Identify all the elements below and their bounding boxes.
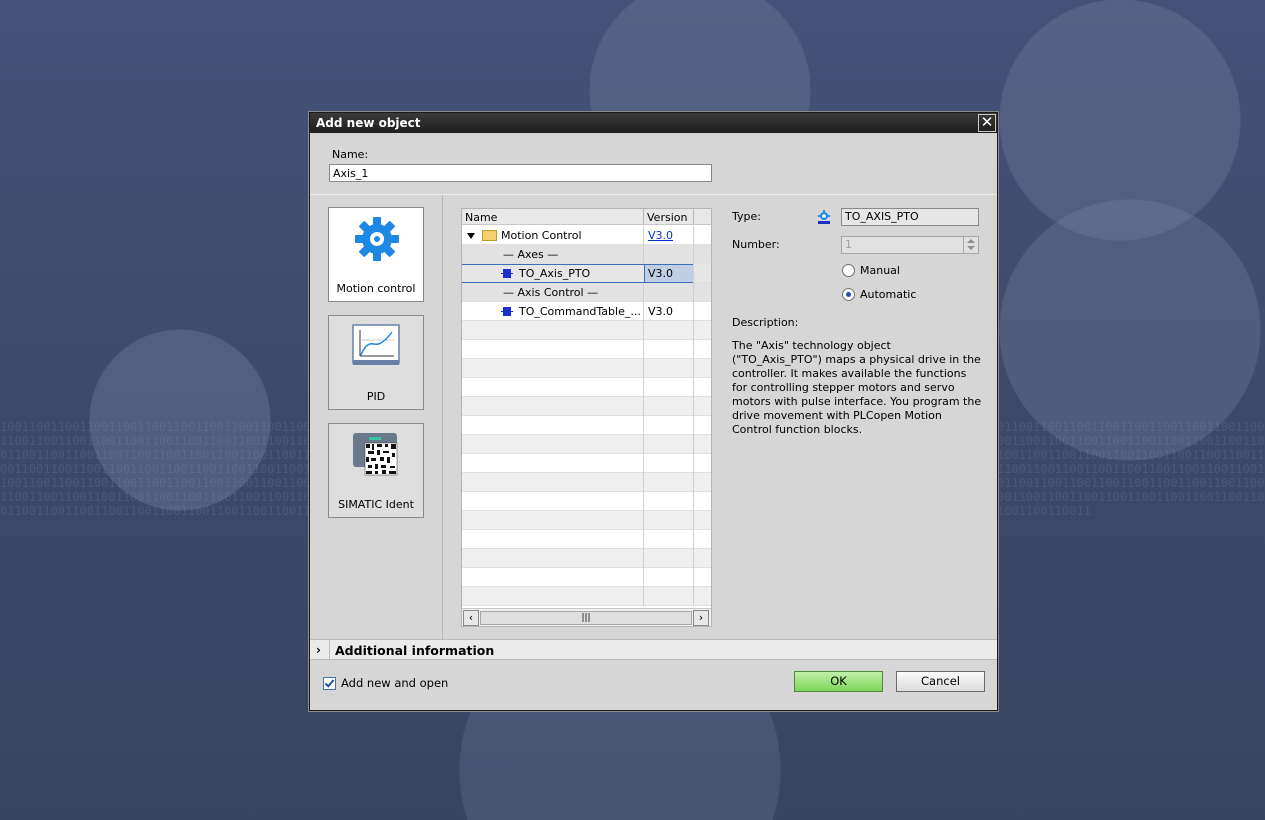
category-simatic-ident-button[interactable]: SIMATIC Ident <box>328 423 424 518</box>
dialog-title: Add new object <box>316 116 421 130</box>
name-label: Name: <box>332 148 369 161</box>
object-tree: Name Version Motion Control V3.0 — Axes … <box>461 208 712 627</box>
type-field: TO_AXIS_PTO <box>841 208 979 226</box>
tree-row-label: — Axis Control — <box>503 286 599 299</box>
empty-row <box>462 492 711 511</box>
cancel-button[interactable]: Cancel <box>896 671 985 692</box>
expand-triangle-icon[interactable] <box>467 233 475 239</box>
category-pid-button[interactable]: PID <box>328 315 424 410</box>
tree-row-motion-control[interactable]: Motion Control V3.0 <box>462 226 711 245</box>
category-panel: Motion control PID SIMATIC Ident <box>310 195 443 639</box>
tree-header: Name Version <box>462 209 711 225</box>
category-pid-label: PID <box>366 390 386 403</box>
add-new-and-open-checkbox[interactable] <box>323 677 336 690</box>
ok-button[interactable]: OK <box>794 671 883 692</box>
scroll-right-button[interactable]: › <box>693 610 709 626</box>
tree-rows: Motion Control V3.0 — Axes — TO_Axis_PTO… <box>462 226 711 607</box>
category-motion-control-label: Motion control <box>336 282 416 295</box>
name-section: Name: <box>310 133 997 195</box>
number-label: Number: <box>732 238 780 251</box>
version-link[interactable]: V3.0 <box>648 229 673 242</box>
column-name-header[interactable]: Name <box>465 211 497 224</box>
column-divider[interactable] <box>693 209 694 225</box>
folder-icon <box>482 230 497 241</box>
tree-row-axes-group: — Axes — <box>462 245 711 264</box>
horizontal-scrollbar[interactable]: ‹ ||| › <box>462 608 711 626</box>
version-value: V3.0 <box>648 267 674 280</box>
scroll-left-button[interactable]: ‹ <box>463 610 479 626</box>
description-text: The "Axis" technology object ("TO_Axis_P… <box>732 339 982 436</box>
automatic-label[interactable]: Automatic <box>860 288 916 301</box>
empty-row <box>462 587 711 606</box>
empty-row <box>462 321 711 340</box>
number-spin-buttons <box>963 237 978 253</box>
rfid-reader-icon <box>353 433 398 476</box>
column-version-header[interactable]: Version <box>647 211 687 224</box>
automatic-radio[interactable] <box>842 288 855 301</box>
version-value: V3.0 <box>648 305 674 318</box>
description-label: Description: <box>732 316 799 329</box>
additional-information-label[interactable]: Additional information <box>335 643 494 658</box>
category-simatic-ident-label: SIMATIC Ident <box>338 498 414 511</box>
pid-chart-icon <box>352 324 400 365</box>
dialog-footer: Add new and open OK Cancel <box>310 661 997 710</box>
additional-information-bar[interactable]: › Additional information <box>310 639 997 660</box>
manual-radio[interactable] <box>842 264 855 277</box>
tree-row-label: TO_CommandTable_... <box>519 305 641 318</box>
command-table-object-icon <box>501 307 513 316</box>
empty-row <box>462 530 711 549</box>
empty-row <box>462 416 711 435</box>
empty-row <box>462 340 711 359</box>
tree-row-axis-control-group: — Axis Control — <box>462 283 711 302</box>
add-new-and-open-label[interactable]: Add new and open <box>341 676 448 690</box>
dialog-title-bar[interactable]: Add new object ✕ <box>310 113 997 133</box>
manual-label[interactable]: Manual <box>860 264 900 277</box>
close-button[interactable]: ✕ <box>978 114 996 132</box>
scroll-thumb[interactable]: ||| <box>480 611 692 625</box>
empty-row <box>462 435 711 454</box>
tree-row-to-commandtable[interactable]: TO_CommandTable_... V3.0 <box>462 302 711 321</box>
details-panel: Type: TO_AXIS_PTO Number: 1 Manual Autom… <box>730 208 982 628</box>
chevron-right-icon: › <box>698 611 704 624</box>
empty-row <box>462 473 711 492</box>
add-new-object-dialog: Add new object ✕ Name: Axis_1 Motion con… <box>309 112 998 711</box>
category-motion-control-button[interactable]: Motion control <box>328 207 424 302</box>
number-stepper: 1 <box>841 236 979 254</box>
axis-object-icon <box>501 269 513 278</box>
chevron-right-icon[interactable]: › <box>316 643 321 657</box>
tree-row-label: Motion Control <box>501 229 582 242</box>
number-value: 1 <box>845 238 852 251</box>
empty-row <box>462 397 711 416</box>
type-label: Type: <box>732 210 761 223</box>
empty-row <box>462 511 711 530</box>
tree-row-to-axis-pto[interactable]: TO_Axis_PTO V3.0 <box>462 264 711 283</box>
tree-row-label: TO_Axis_PTO <box>519 267 591 280</box>
empty-row <box>462 359 711 378</box>
empty-row <box>462 378 711 397</box>
empty-row <box>462 568 711 587</box>
empty-row <box>462 454 711 473</box>
technology-object-icon <box>818 210 830 224</box>
empty-row <box>462 549 711 568</box>
column-divider[interactable] <box>643 209 644 225</box>
chevron-left-icon: ‹ <box>468 611 474 624</box>
tree-row-label: — Axes — <box>503 248 559 261</box>
gear-icon <box>355 217 399 261</box>
name-input[interactable] <box>329 164 712 182</box>
close-icon: ✕ <box>980 113 994 131</box>
